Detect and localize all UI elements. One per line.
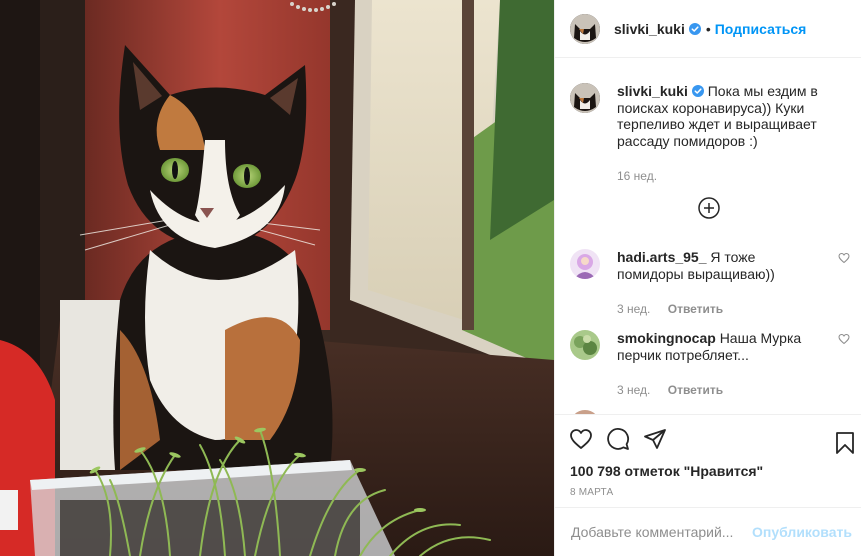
verified-badge-icon [691, 85, 704, 97]
commenter-avatar[interactable] [570, 249, 600, 279]
comment-meta: 3 нед. Ответить [617, 302, 855, 316]
caption-avatar[interactable] [570, 83, 600, 113]
cat-avatar-icon [570, 83, 600, 113]
avatar-image [570, 330, 600, 360]
post-date[interactable]: 8 МАРТА [570, 487, 613, 498]
publish-button[interactable]: Опубликовать [752, 524, 852, 540]
share-icon[interactable] [643, 427, 667, 451]
heart-icon[interactable] [569, 427, 593, 451]
author-username[interactable]: slivki_kuki [614, 21, 685, 37]
comment-item: hadi.arts_95_ Я тоже помидоры выращиваю)… [570, 249, 855, 316]
post-caption: slivki_kuki Пока мы ездим в поисках коро… [570, 83, 850, 183]
post-side-panel: slivki_kuki • Подписаться slivki_kuki По… [554, 0, 861, 556]
comment-meta: 3 нед. Ответить [617, 383, 855, 397]
action-buttons [569, 427, 667, 451]
post-photo[interactable] [0, 0, 554, 556]
comment-item: smokingnocap Наша Мурка перчик потребляе… [570, 330, 855, 397]
bookmark-icon[interactable] [833, 431, 857, 455]
commenter-avatar[interactable] [570, 330, 600, 360]
comment-input[interactable] [571, 524, 752, 540]
comment-like-heart-icon[interactable] [838, 252, 850, 264]
avatar-image [570, 249, 600, 279]
cat-photo-illustration [0, 0, 554, 556]
comment-time[interactable]: 3 нед. [617, 383, 650, 397]
comment-username[interactable]: smokingnocap [617, 330, 716, 346]
reply-button[interactable]: Ответить [668, 383, 723, 397]
comment-time[interactable]: 3 нед. [617, 302, 650, 316]
caption-username[interactable]: slivki_kuki [617, 83, 688, 99]
header-separator: • [705, 20, 711, 37]
likes-count[interactable]: 100 798 отметок "Нравится" [570, 463, 763, 479]
comments-list[interactable]: slivki_kuki Пока мы ездим в поисках коро… [555, 59, 861, 414]
cat-avatar-icon [570, 13, 600, 44]
comment-text-block: smokingnocap Наша Мурка перчик потребляе… [617, 330, 823, 363]
caption-text-block: slivki_kuki Пока мы ездим в поисках коро… [617, 83, 850, 149]
add-comment-form: Опубликовать [555, 507, 861, 556]
comment-text-block: hadi.arts_95_ Я тоже помидоры выращиваю)… [617, 249, 823, 282]
follow-button[interactable]: Подписаться [715, 21, 807, 37]
comment-like-heart-icon[interactable] [838, 333, 850, 345]
comment-username[interactable]: hadi.arts_95_ [617, 249, 707, 265]
caption-time[interactable]: 16 нед. [617, 169, 850, 183]
author-avatar[interactable] [570, 13, 600, 44]
comment-icon[interactable] [606, 427, 630, 451]
post-header: slivki_kuki • Подписаться [555, 0, 861, 58]
post-actions-section: 100 798 отметок "Нравится" 8 МАРТА [555, 414, 861, 507]
plus-circle-icon[interactable] [697, 196, 721, 220]
reply-button[interactable]: Ответить [668, 302, 723, 316]
verified-badge-icon [688, 22, 701, 35]
